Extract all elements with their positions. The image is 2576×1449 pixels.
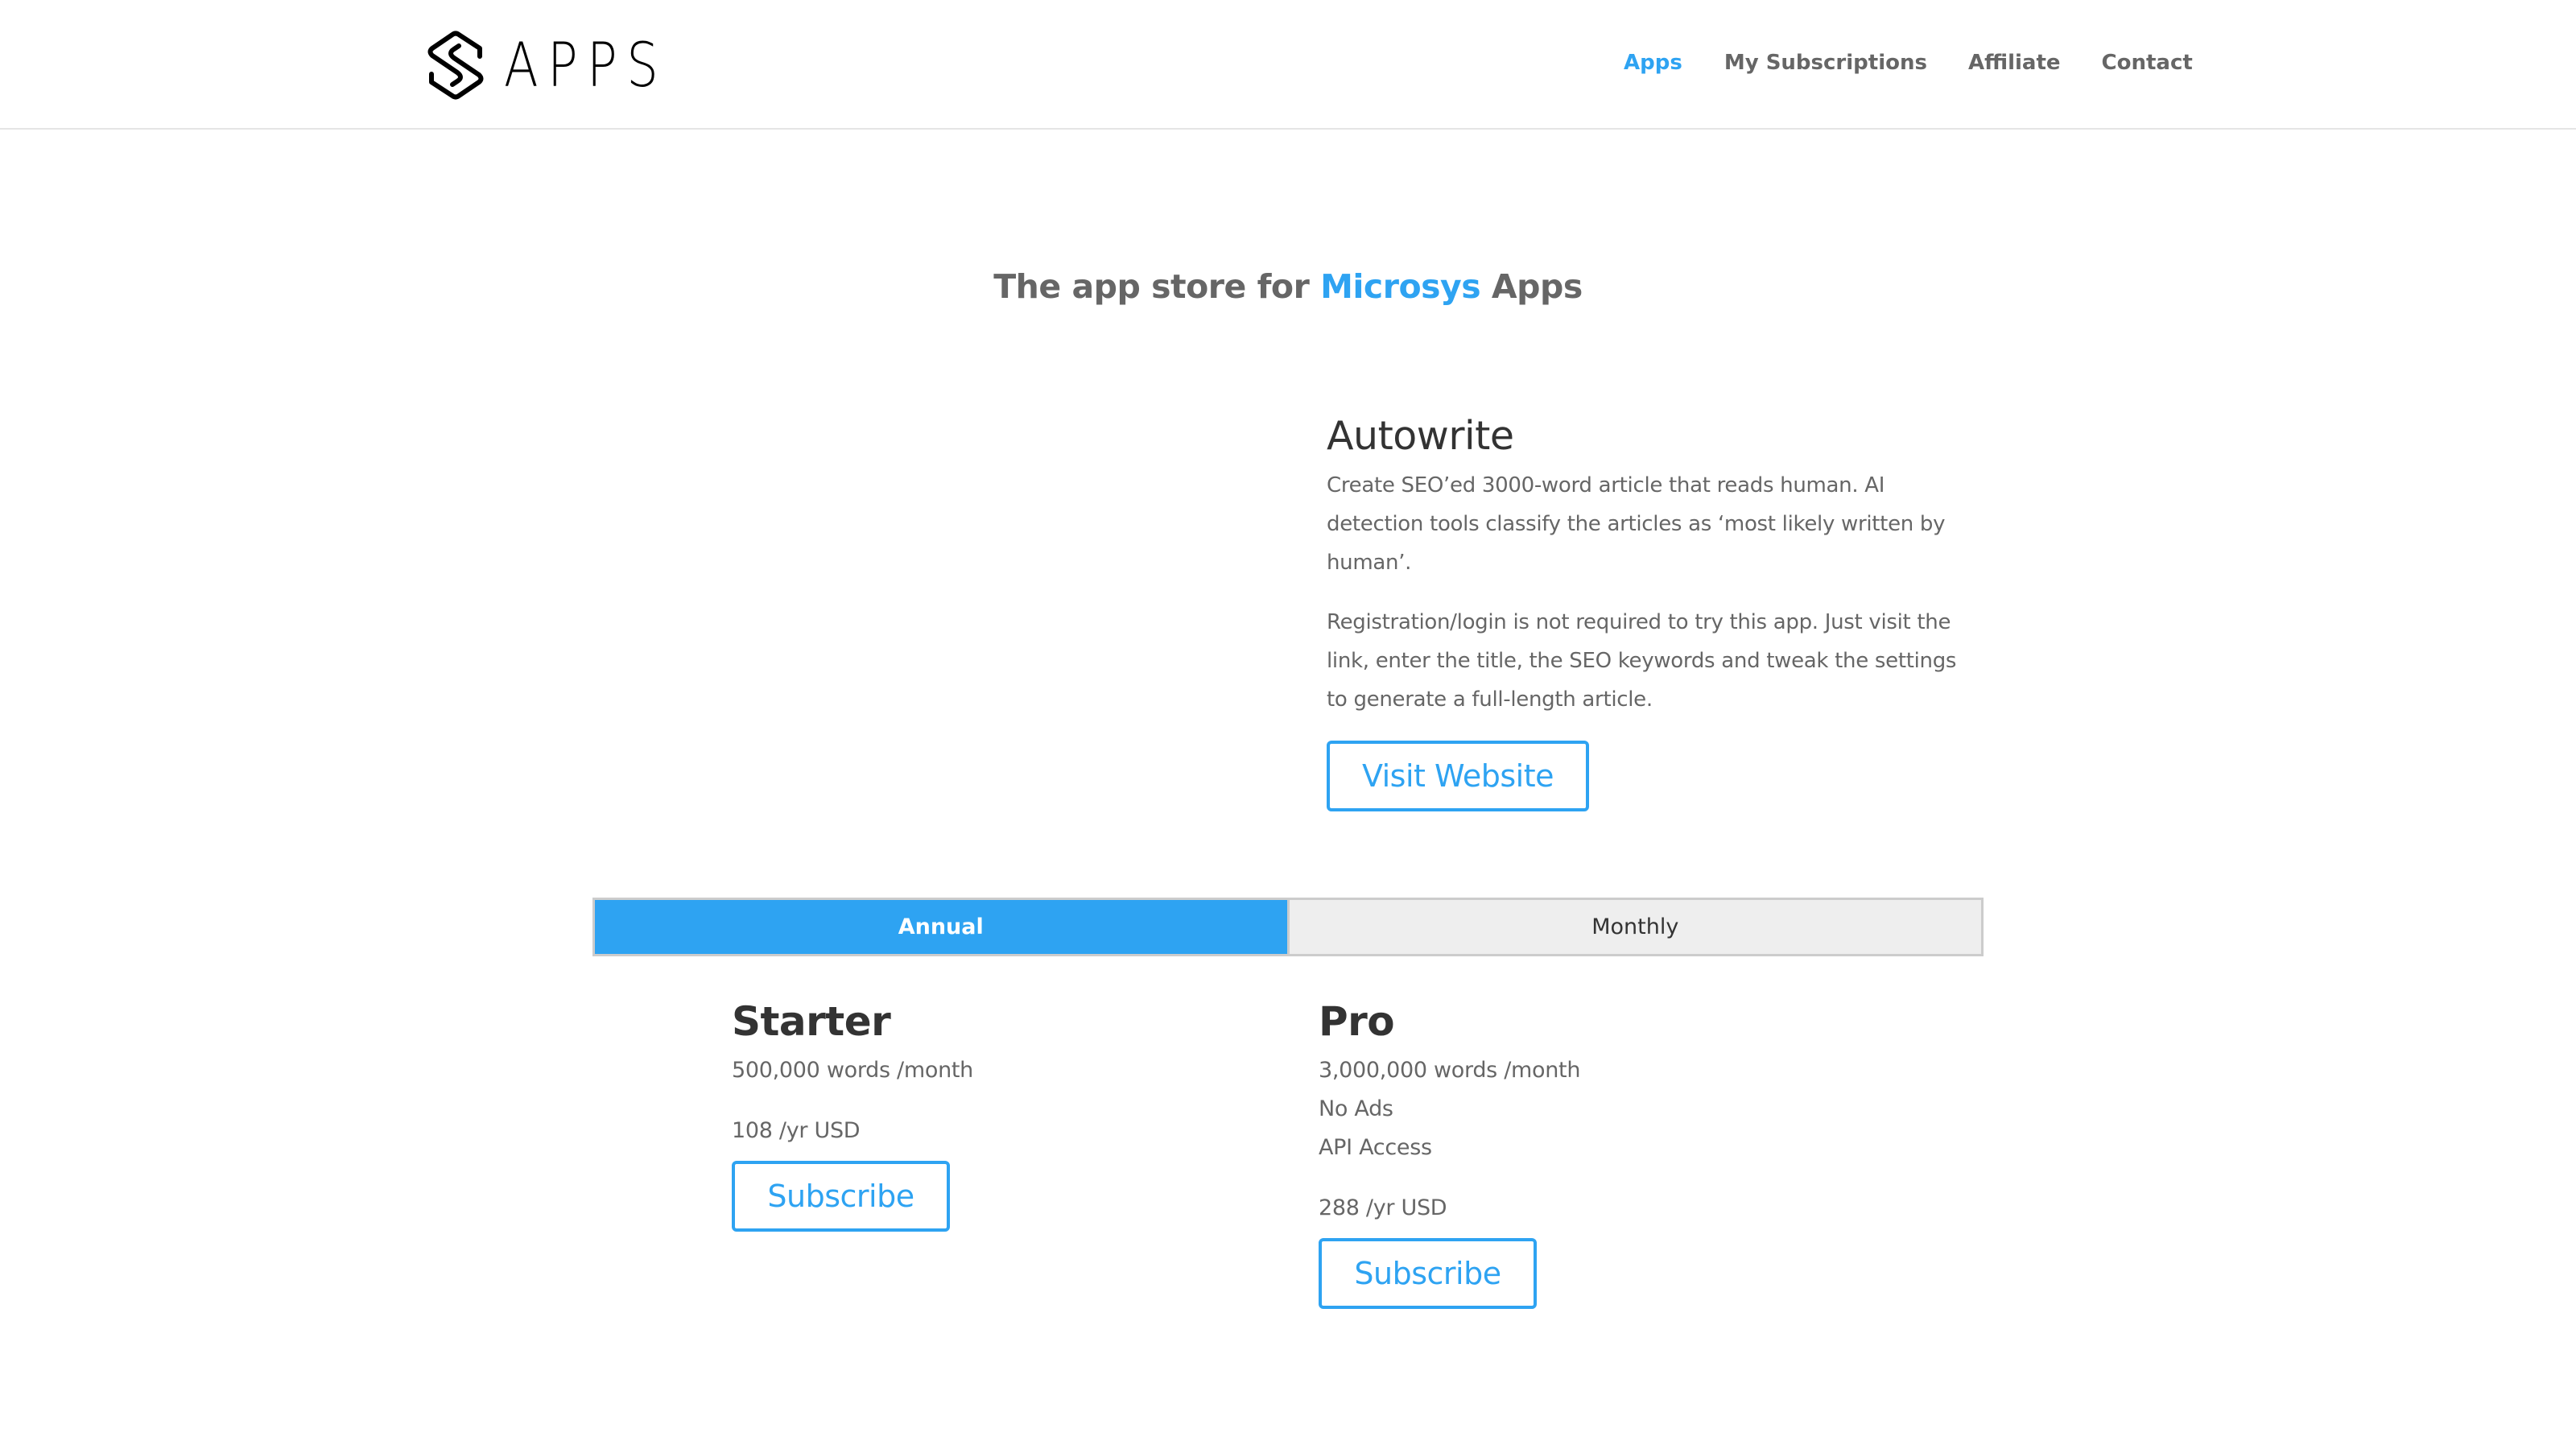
subscribe-pro-button[interactable]: Subscribe bbox=[1319, 1238, 1537, 1309]
tab-monthly[interactable]: Monthly bbox=[1289, 900, 1981, 954]
plan-title: Starter bbox=[732, 998, 891, 1045]
subscribe-starter-button[interactable]: Subscribe bbox=[732, 1161, 950, 1232]
logo-text: APPS bbox=[504, 29, 668, 101]
tagline-suffix: Apps bbox=[1480, 267, 1583, 306]
plan-card-starter: Starter 500,000 words /month 108 /yr USD… bbox=[732, 992, 973, 1232]
plan-features: 3,000,000 words /month No Ads API Access bbox=[1319, 1051, 1580, 1167]
plan-feature: 500,000 words /month bbox=[732, 1058, 973, 1083]
plan-price: 288 /yr USD bbox=[1319, 1195, 1447, 1220]
plan-card-pro: Pro 3,000,000 words /month No Ads API Ac… bbox=[1319, 992, 1580, 1309]
page-tagline: The app store for Microsys Apps bbox=[0, 262, 2576, 311]
main-nav: Apps My Subscriptions Affiliate Contact bbox=[1624, 47, 2193, 79]
plan-title: Pro bbox=[1319, 998, 1395, 1045]
tab-annual[interactable]: Annual bbox=[595, 900, 1290, 954]
app-title: Autowrite bbox=[1327, 413, 1514, 459]
plan-feature: 3,000,000 words /month bbox=[1319, 1058, 1581, 1083]
plan-features: 500,000 words /month bbox=[732, 1051, 973, 1090]
nav-item-my-subscriptions[interactable]: My Subscriptions bbox=[1724, 47, 1927, 79]
plan-feature: API Access bbox=[1319, 1135, 1432, 1160]
plan-feature: No Ads bbox=[1319, 1096, 1393, 1121]
billing-period-tabs: Annual Monthly bbox=[592, 898, 1984, 956]
nav-item-apps[interactable]: Apps bbox=[1624, 47, 1682, 79]
app-info: Autowrite Create SEO’ed 3000-word articl… bbox=[1327, 407, 1971, 719]
nav-item-contact[interactable]: Contact bbox=[2102, 47, 2193, 79]
tagline-prefix: The app store for bbox=[993, 267, 1321, 306]
app-description: Create SEO’ed 3000-word article that rea… bbox=[1327, 473, 1946, 575]
nav-item-affiliate[interactable]: Affiliate bbox=[1968, 47, 2061, 79]
apps-logo-icon bbox=[425, 31, 486, 100]
site-logo[interactable]: APPS bbox=[425, 31, 704, 100]
app-trial-note: Registration/login is not required to tr… bbox=[1327, 610, 1957, 712]
tagline-brand-link[interactable]: Microsys bbox=[1320, 267, 1481, 306]
site-header: APPS Apps My Subscriptions Affiliate Con… bbox=[0, 0, 2576, 130]
plan-price: 108 /yr USD bbox=[732, 1118, 861, 1143]
visit-website-button[interactable]: Visit Website bbox=[1327, 741, 1589, 811]
